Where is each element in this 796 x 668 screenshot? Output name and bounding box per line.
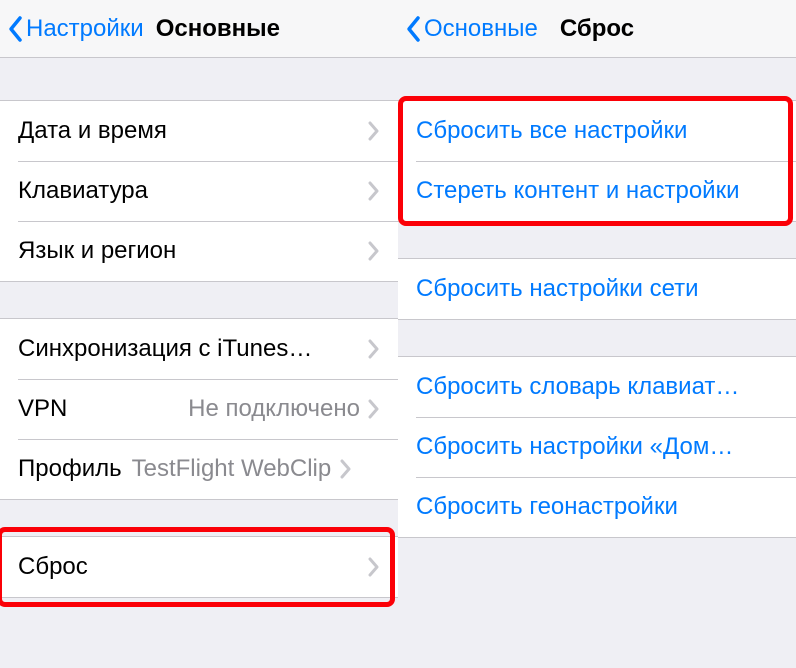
row-language-region[interactable]: Язык и регион xyxy=(0,221,398,281)
group-reset-network: Сбросить настройки сети xyxy=(398,258,796,320)
back-button-settings[interactable]: Настройки xyxy=(8,15,144,43)
chevron-right-icon xyxy=(340,459,352,479)
spacer xyxy=(0,58,398,100)
row-reset[interactable]: Сброс xyxy=(0,537,398,597)
spacer xyxy=(0,282,398,318)
row-profile[interactable]: Профиль TestFlight WebClip xyxy=(0,439,398,499)
row-date-time[interactable]: Дата и время xyxy=(0,101,398,161)
chevron-right-icon xyxy=(368,557,380,577)
chevron-right-icon xyxy=(368,241,380,261)
spacer xyxy=(398,222,796,258)
row-vpn[interactable]: VPN Не подключено xyxy=(0,379,398,439)
navbar-general: Настройки Основные xyxy=(0,0,398,58)
chevron-right-icon xyxy=(368,181,380,201)
group-sync-vpn-profile: Синхронизация с iTunes… VPN Не подключен… xyxy=(0,318,398,500)
group-datetime-keyboard-lang: Дата и время Клавиатура Язык и регион xyxy=(0,100,398,282)
row-value: Не подключено xyxy=(188,395,360,423)
row-label: Сбросить словарь клавиат… xyxy=(416,373,778,401)
chevron-right-icon xyxy=(368,121,380,141)
row-label: Сбросить геонастройки xyxy=(416,493,778,521)
back-label: Настройки xyxy=(26,15,144,43)
group-reset-other: Сбросить словарь клавиат… Сбросить настр… xyxy=(398,356,796,538)
back-button-general[interactable]: Основные xyxy=(406,15,538,43)
row-reset-keyboard-dict[interactable]: Сбросить словарь клавиат… xyxy=(398,357,796,417)
group-reset-all: Сбросить все настройки Стереть контент и… xyxy=(398,100,796,222)
group-reset: Сброс xyxy=(0,536,398,598)
content-reset: Сбросить все настройки Стереть контент и… xyxy=(398,58,796,668)
row-label: Сбросить настройки «Дом… xyxy=(416,433,778,461)
row-label: Синхронизация с iTunes… xyxy=(18,335,368,363)
pane-reset: Основные Сброс Сбросить все настройки Ст… xyxy=(398,0,796,668)
spacer xyxy=(398,320,796,356)
row-keyboard[interactable]: Клавиатура xyxy=(0,161,398,221)
row-label: Дата и время xyxy=(18,117,368,145)
spacer xyxy=(398,58,796,100)
row-reset-home[interactable]: Сбросить настройки «Дом… xyxy=(398,417,796,477)
row-label: Сбросить все настройки xyxy=(416,117,778,145)
spacer xyxy=(0,500,398,536)
chevron-left-icon xyxy=(8,15,24,43)
navbar-reset: Основные Сброс xyxy=(398,0,796,58)
nav-title-general: Основные xyxy=(156,15,280,43)
row-label: Язык и регион xyxy=(18,237,368,265)
row-reset-location[interactable]: Сбросить геонастройки xyxy=(398,477,796,537)
chevron-right-icon xyxy=(368,399,380,419)
chevron-left-icon xyxy=(406,15,422,43)
row-label: Сбросить настройки сети xyxy=(416,275,778,303)
row-erase-content[interactable]: Стереть контент и настройки xyxy=(398,161,796,221)
row-label: VPN xyxy=(18,395,188,423)
row-label: Стереть контент и настройки xyxy=(416,177,778,205)
back-label: Основные xyxy=(424,15,538,43)
row-label: Профиль xyxy=(18,455,122,483)
row-itunes-sync[interactable]: Синхронизация с iTunes… xyxy=(0,319,398,379)
content-general: Дата и время Клавиатура Язык и регион Си… xyxy=(0,58,398,668)
chevron-right-icon xyxy=(368,339,380,359)
row-label: Клавиатура xyxy=(18,177,368,205)
row-label: Сброс xyxy=(18,553,368,581)
row-reset-network[interactable]: Сбросить настройки сети xyxy=(398,259,796,319)
row-reset-all-settings[interactable]: Сбросить все настройки xyxy=(398,101,796,161)
pane-general: Настройки Основные Дата и время Клавиату… xyxy=(0,0,398,668)
nav-title-reset: Сброс xyxy=(560,15,634,43)
row-value: TestFlight WebClip xyxy=(132,455,332,483)
